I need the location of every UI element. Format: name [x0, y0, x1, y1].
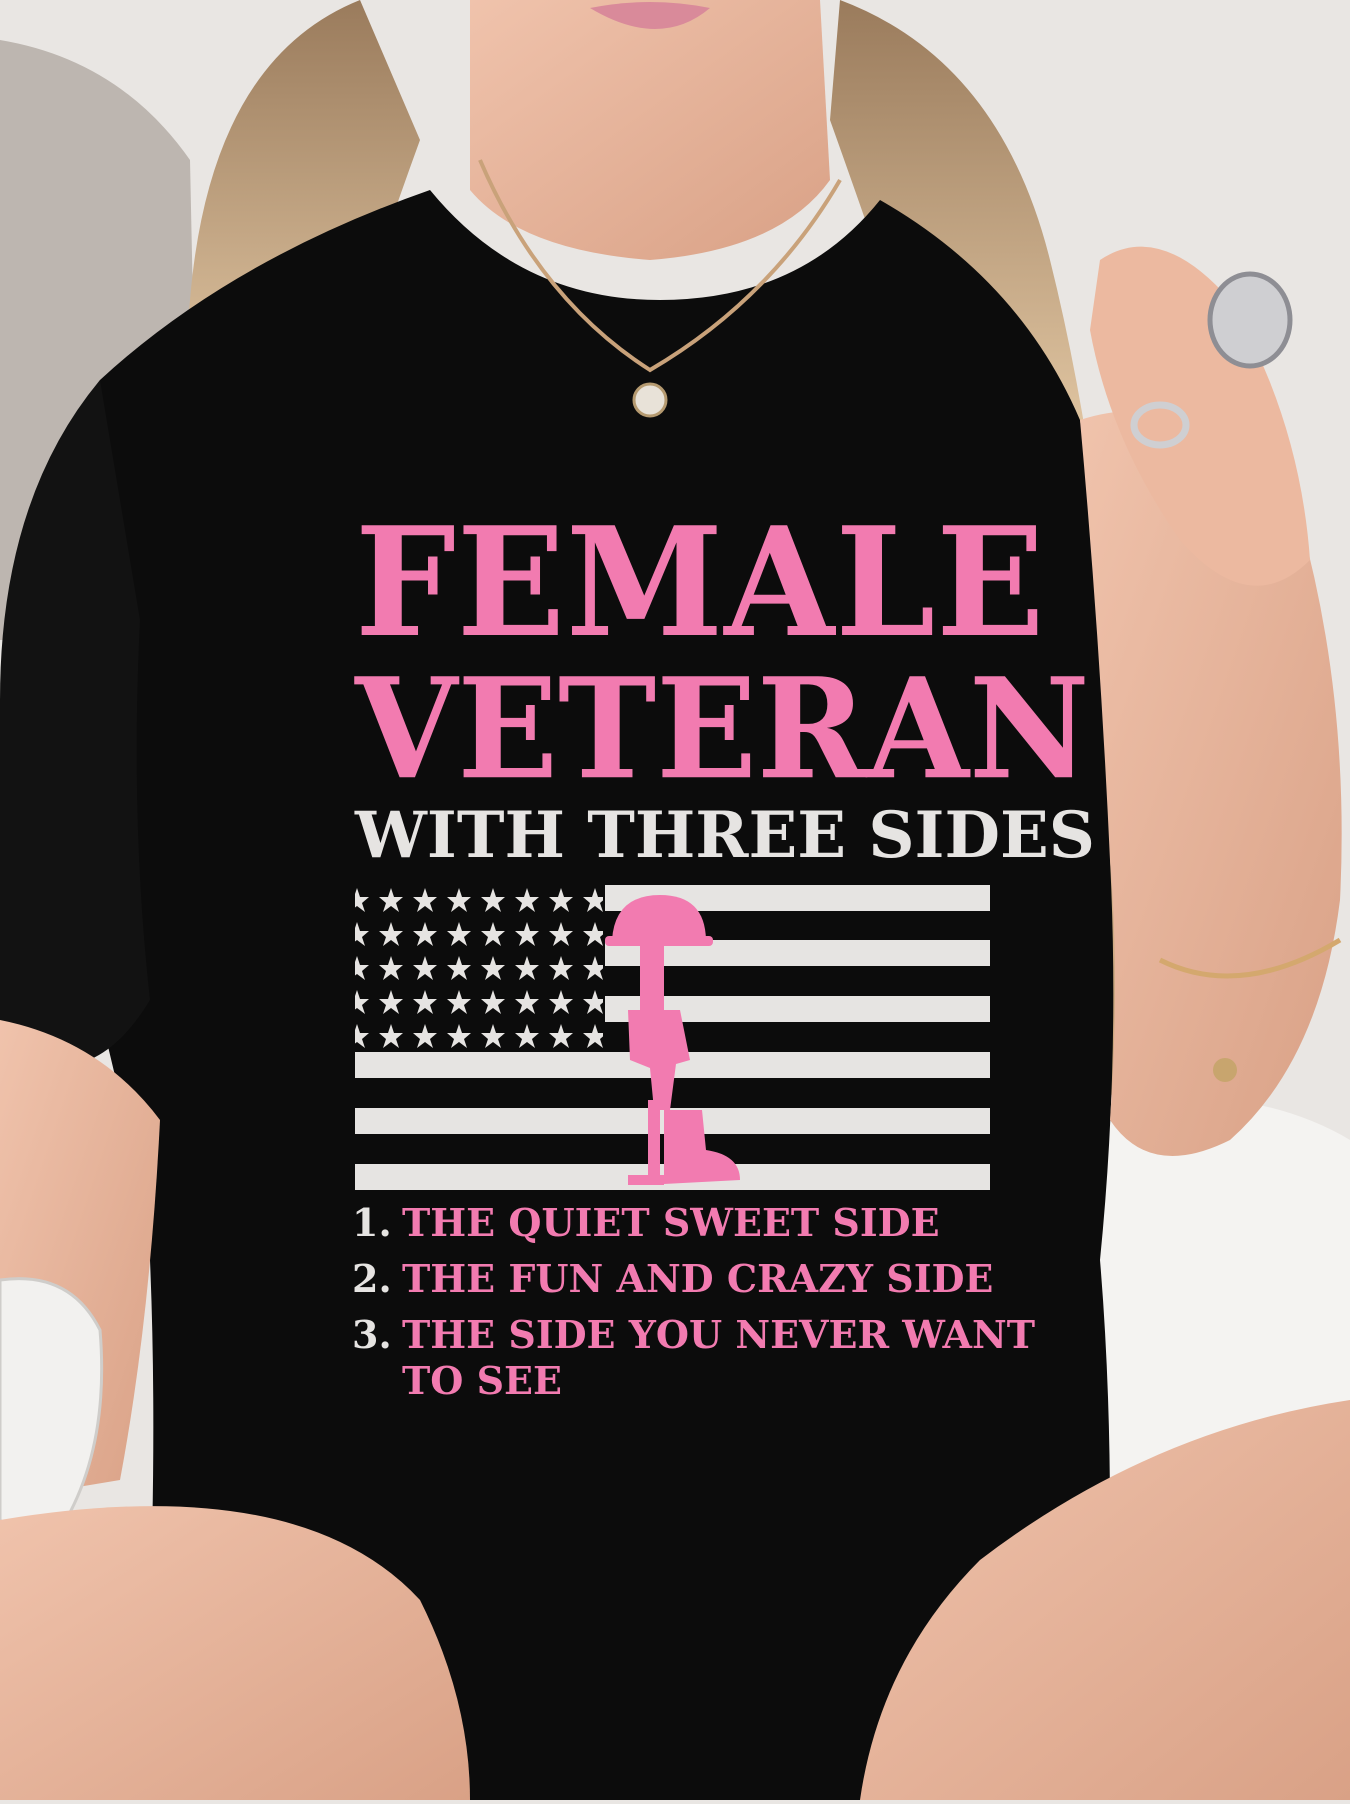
- list-text: THE QUIET SWEET SIDE: [402, 1200, 940, 1245]
- necklace-pendant: [632, 382, 668, 418]
- list-text: THE SIDE YOU NEVER WANT TO SEE: [402, 1312, 1036, 1403]
- neck: [470, 0, 830, 260]
- list-number: 2.: [352, 1256, 392, 1301]
- list-text: THE FUN AND CRAZY SIDE: [402, 1256, 994, 1301]
- print-headline-line-2: VETERAN: [355, 648, 1090, 811]
- photo-illustration: [0, 0, 1350, 1800]
- print-headline-line-1: FEMALE: [355, 495, 1046, 671]
- product-photo: FEMALE VETERAN WITH THREE SIDES 1. THE QU…: [0, 0, 1350, 1800]
- print-list-item: 3. THE SIDE YOU NEVER WANT TO SEE: [352, 1312, 1035, 1404]
- rifle-butt: [628, 1175, 664, 1185]
- flag-star-field: [355, 885, 603, 1050]
- ring-large: [1207, 271, 1293, 369]
- list-number: 1.: [352, 1200, 392, 1245]
- print-subheadline: WITH THREE SIDES: [355, 798, 1095, 873]
- print-list-item: 1. THE QUIET SWEET SIDE: [352, 1200, 940, 1246]
- rifle-stock: [640, 946, 664, 1016]
- bracelet-charm: [1213, 1058, 1237, 1082]
- rifle-barrel: [648, 1100, 660, 1180]
- helmet-brim: [605, 936, 713, 946]
- list-number: 3.: [352, 1312, 392, 1357]
- print-list-item: 2. THE FUN AND CRAZY SIDE: [352, 1256, 993, 1302]
